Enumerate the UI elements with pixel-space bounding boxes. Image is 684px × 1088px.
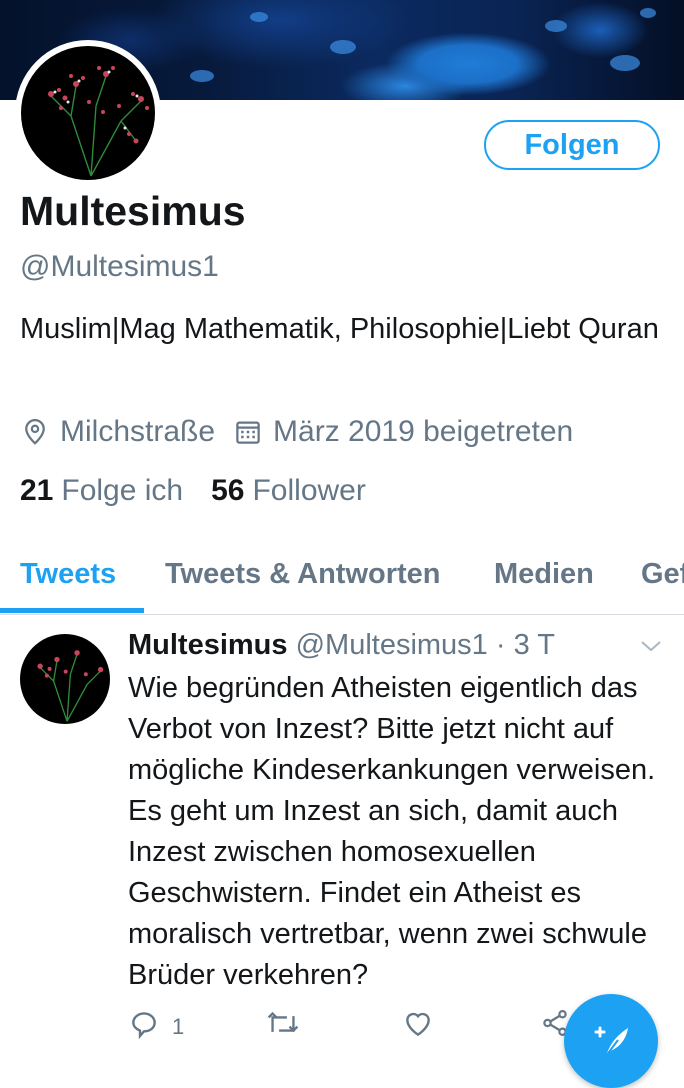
tweet-text: Wie begründen Atheisten eigentlich das V… [128, 672, 656, 991]
like-button[interactable] [402, 1008, 434, 1046]
calendar-icon [233, 417, 263, 447]
reply-icon [128, 1008, 160, 1046]
avatar-image [21, 46, 155, 180]
compose-tweet-icon [586, 1016, 636, 1071]
retweet-button[interactable] [266, 1008, 300, 1046]
profile-bio: Muslim|Mag Mathematik, Philosophie|Liebt… [20, 313, 659, 345]
following-count: 21 [20, 474, 54, 507]
tweet-author-avatar[interactable] [20, 634, 110, 724]
profile-tabs: Tweets Tweets & Antworten Medien Gefällt… [0, 554, 684, 615]
tab-media[interactable]: Medien [494, 558, 594, 591]
profile-handle: @Multesimus1 [20, 250, 219, 283]
chevron-down-icon[interactable] [638, 636, 664, 656]
compose-tweet-button[interactable] [564, 994, 658, 1088]
following-label: Folge ich [61, 474, 184, 507]
profile-avatar[interactable] [15, 40, 161, 186]
followers-count: 56 [211, 474, 245, 507]
followers-link[interactable]: 56 Follower [211, 474, 394, 508]
tab-tweets[interactable]: Tweets [20, 558, 116, 591]
follow-button[interactable]: Folgen [484, 120, 660, 170]
following-link[interactable]: 21 Folge ich [20, 474, 211, 508]
map-pin-icon [20, 417, 50, 447]
profile-meta: Milchstraße März 2019 beigetreten [20, 412, 573, 452]
tweet-author-handle[interactable]: @Multesimus1 [296, 629, 488, 661]
tweet-separator: · [487, 629, 514, 661]
profile-location: Milchstraße [60, 415, 216, 448]
retweet-icon [266, 1008, 300, 1046]
heart-icon [402, 1008, 434, 1046]
reply-count: 1 [172, 1014, 185, 1039]
tab-likes[interactable]: Gefällt mir [641, 558, 684, 591]
tweet-header: Multesimus @Multesimus1 · 3 T [128, 629, 555, 662]
profile-counts: 21 Folge ich 56 Follower [20, 474, 394, 508]
profile-joined-date: März 2019 beigetreten [273, 415, 574, 448]
followers-label: Follower [252, 474, 366, 507]
reply-button[interactable]: 1 [128, 1008, 184, 1046]
profile-name: Multesimus [20, 188, 246, 234]
active-tab-indicator [0, 608, 144, 613]
tab-tweets-and-replies[interactable]: Tweets & Antworten [165, 558, 441, 591]
tweet-author-name[interactable]: Multesimus [128, 629, 288, 661]
tweet-timestamp[interactable]: 3 T [514, 629, 555, 661]
